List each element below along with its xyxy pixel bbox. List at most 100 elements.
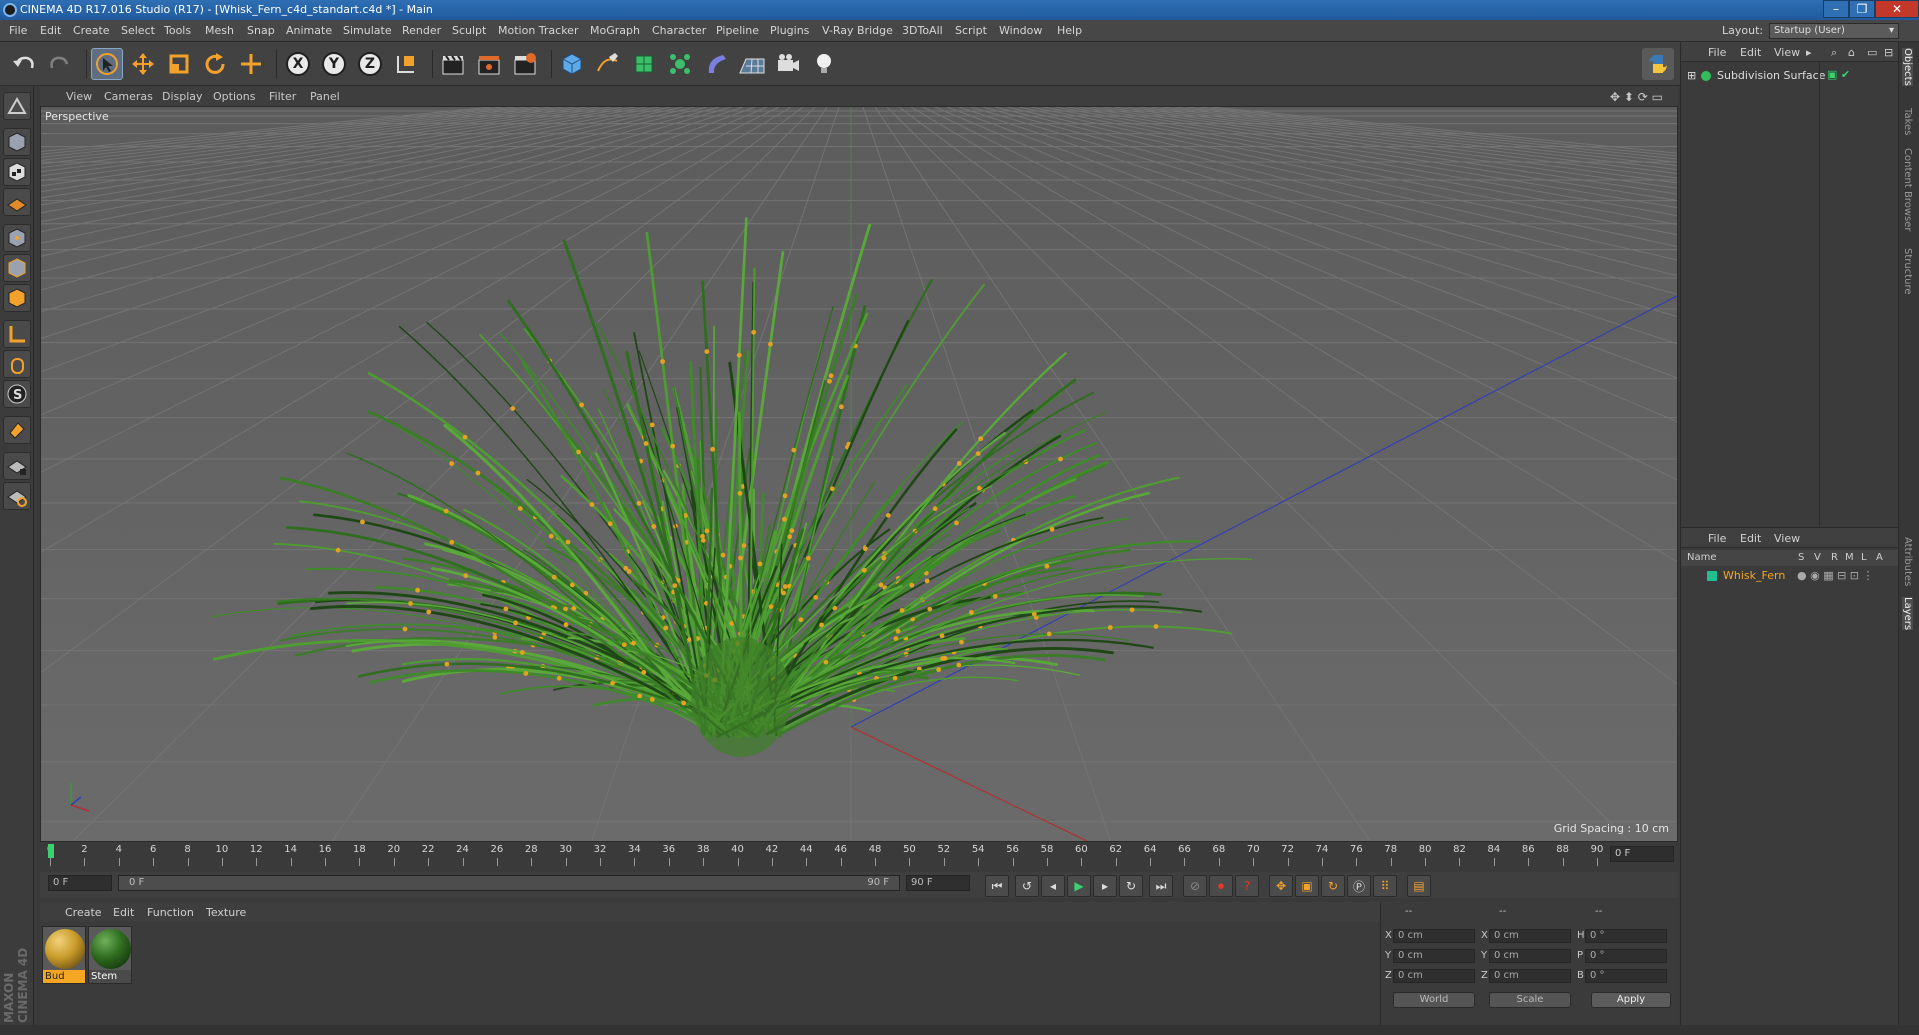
coordinate-mode-dropdown[interactable]: World (1393, 992, 1475, 1008)
menu-render[interactable]: Render (402, 24, 441, 37)
menu-tools[interactable]: Tools (164, 24, 191, 37)
filter-icon[interactable]: ▭ (1867, 46, 1877, 59)
menu-sculpt[interactable]: Sculpt (452, 24, 486, 37)
live-selection-button[interactable] (91, 48, 123, 80)
menu-plugins[interactable]: Plugins (770, 24, 809, 37)
go-to-start-button[interactable]: ⏮ (985, 875, 1009, 897)
render-settings-button[interactable] (509, 48, 541, 80)
y-axis-lock-button[interactable]: Y (318, 48, 350, 80)
layer-toggle-icons[interactable]: ● ◉ ▦ ⊟ ⊡ ⋮ (1797, 569, 1874, 582)
current-frame-field[interactable]: 0 F (1610, 846, 1674, 862)
solo-button[interactable]: S (3, 380, 31, 408)
size-y-field[interactable]: 0 cm (1489, 949, 1571, 963)
viewport-menu-view[interactable]: View (66, 90, 92, 103)
timeline-window-button[interactable]: ▤ (1407, 875, 1431, 897)
snap-button[interactable] (3, 416, 31, 444)
menu-file[interactable]: File (9, 24, 27, 37)
make-editable-button[interactable] (3, 92, 31, 120)
camera-object-button[interactable] (772, 48, 804, 80)
python-script-button[interactable] (1642, 48, 1674, 80)
render-to-picture-viewer-button[interactable] (473, 48, 505, 80)
previous-frame-button[interactable]: ◂ (1041, 875, 1065, 897)
rotate-tool-button[interactable] (199, 48, 231, 80)
polygons-mode-button[interactable] (3, 284, 31, 312)
render-view-button[interactable] (437, 48, 469, 80)
spline-pen-button[interactable] (592, 48, 624, 80)
size-mode-dropdown[interactable]: Scale (1489, 992, 1571, 1008)
move-tool-button[interactable] (127, 48, 159, 80)
texture-mode-button[interactable] (3, 158, 31, 186)
layout-dropdown[interactable]: Startup (User) ▾ (1769, 23, 1899, 39)
material-menu-create[interactable]: Create (65, 906, 102, 919)
key-pla-button[interactable]: ⠿ (1373, 875, 1397, 897)
redo-button[interactable] (44, 48, 76, 80)
tab-content-browser[interactable]: Content Browser (1902, 148, 1913, 231)
menu-mograph[interactable]: MoGraph (590, 24, 640, 37)
menu-pipeline[interactable]: Pipeline (716, 24, 759, 37)
size-z-field[interactable]: 0 cm (1489, 969, 1571, 983)
layer-menu-view[interactable]: View (1774, 532, 1800, 545)
position-y-field[interactable]: 0 cm (1393, 949, 1475, 963)
menu-window[interactable]: Window (999, 24, 1042, 37)
viewport-navigation-icons[interactable]: ✥ ⬍ ⟳ ▭ (1610, 90, 1663, 104)
layer-menu-edit[interactable]: Edit (1740, 532, 1761, 545)
search-icon[interactable]: ⌕ (1831, 46, 1837, 60)
viewport-menu-filter[interactable]: Filter (269, 90, 296, 103)
coordinate-system-button[interactable] (390, 48, 422, 80)
next-key-button[interactable]: ↻ (1119, 875, 1143, 897)
subdivision-generator-button[interactable] (628, 48, 660, 80)
array-object-button[interactable] (664, 48, 696, 80)
transform-tool-button[interactable] (235, 48, 267, 80)
cube-object-button[interactable] (556, 48, 588, 80)
menu-simulate[interactable]: Simulate (343, 24, 392, 37)
tab-takes[interactable]: Takes (1902, 108, 1913, 135)
menu-snap[interactable]: Snap (247, 24, 275, 37)
tab-layers[interactable]: Layers (1902, 597, 1913, 631)
menu-select[interactable]: Select (121, 24, 155, 37)
viewport-menu-panel[interactable]: Panel (310, 90, 340, 103)
tab-objects[interactable]: Objects (1902, 48, 1913, 86)
record-keys-button[interactable]: ⊘ (1183, 875, 1207, 897)
floor-object-button[interactable] (736, 48, 768, 80)
tweak-mode-button[interactable] (3, 350, 31, 378)
layer-row-whisk-fern[interactable]: Whisk_Fern ● ◉ ▦ ⊟ ⊡ ⋮ (1681, 568, 1899, 584)
scale-tool-button[interactable] (163, 48, 195, 80)
new-window-icon[interactable]: ⊟ (1884, 46, 1893, 59)
auto-keying-button[interactable]: ⏺ (1209, 875, 1233, 897)
object-menu-edit[interactable]: Edit (1740, 46, 1761, 59)
menu-mesh[interactable]: Mesh (205, 24, 234, 37)
viewport-menu-cameras[interactable]: Cameras (104, 90, 153, 103)
x-axis-lock-button[interactable]: X (282, 48, 314, 80)
position-x-field[interactable]: 0 cm (1393, 929, 1475, 943)
material-menu-edit[interactable]: Edit (113, 906, 134, 919)
maximize-button[interactable]: ❐ (1849, 0, 1875, 18)
rotation-b-field[interactable]: 0 ° (1585, 969, 1667, 983)
menu-motion-tracker[interactable]: Motion Tracker (498, 24, 578, 37)
object-menu-view[interactable]: View (1774, 46, 1800, 59)
edges-mode-button[interactable] (3, 254, 31, 282)
perspective-viewport[interactable]: Perspective Grid Spacing : 10 cm (40, 106, 1678, 842)
menu-help[interactable]: Help (1057, 24, 1082, 37)
viewport-menu-display[interactable]: Display (162, 90, 203, 103)
minimize-button[interactable]: – (1823, 0, 1849, 18)
expand-toggle-icon[interactable]: ⊞ (1687, 68, 1696, 84)
menu-vray-bridge[interactable]: V-Ray Bridge (822, 24, 893, 37)
object-visibility-checks[interactable]: ▣ ✔ (1827, 68, 1850, 81)
menu-3dtoall[interactable]: 3DToAll (902, 24, 943, 37)
next-frame-button[interactable]: ▸ (1093, 875, 1117, 897)
tab-structure[interactable]: Structure (1902, 248, 1913, 295)
menu-create[interactable]: Create (73, 24, 110, 37)
preview-range-slider[interactable]: 0 F 90 F (118, 875, 900, 891)
timeline-ruler[interactable]: 0246810121416182022242628303234363840424… (40, 842, 1678, 872)
planar-workplane-button[interactable] (3, 482, 31, 510)
close-button[interactable]: ✕ (1875, 0, 1919, 18)
expand-arrow-icon[interactable]: ▸ (1806, 46, 1812, 59)
previous-key-button[interactable]: ↺ (1015, 875, 1039, 897)
apply-button[interactable]: Apply (1591, 992, 1671, 1008)
light-object-button[interactable] (808, 48, 840, 80)
z-axis-lock-button[interactable]: Z (354, 48, 386, 80)
start-frame-field[interactable]: 0 F (48, 875, 112, 891)
menu-animate[interactable]: Animate (286, 24, 332, 37)
material-menu-texture[interactable]: Texture (206, 906, 246, 919)
play-button[interactable]: ▶ (1067, 875, 1091, 897)
